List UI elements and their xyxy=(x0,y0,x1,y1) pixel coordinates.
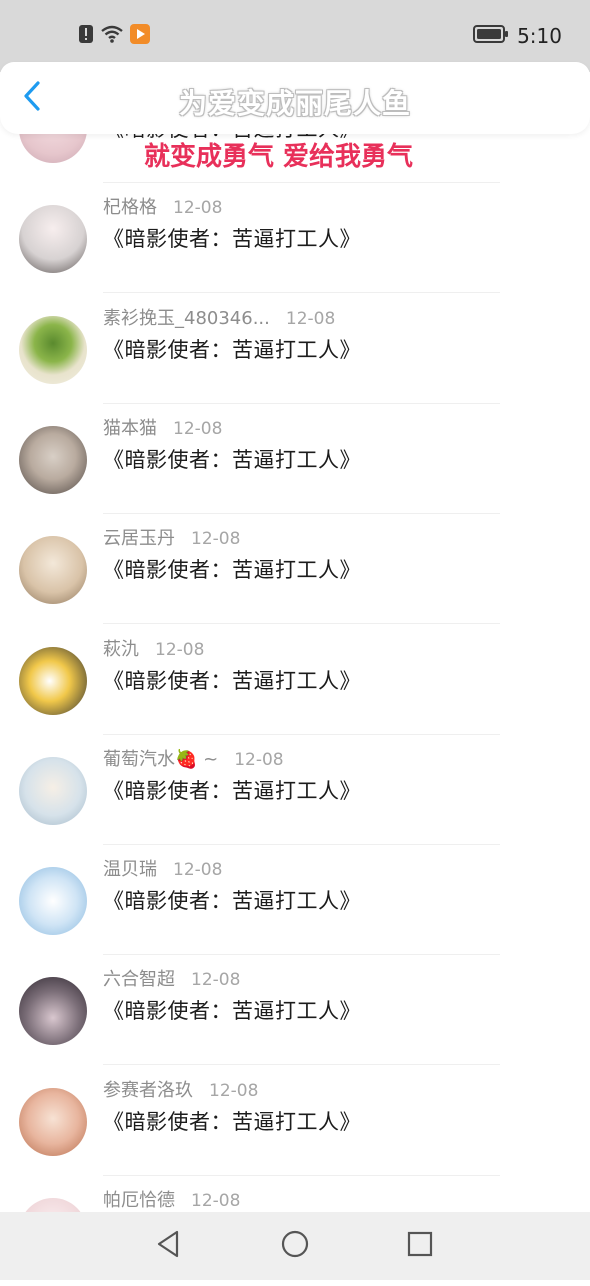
list-item[interactable]: 参赛者洛玖 12-08 《暗影使者：苦逼打工人》 xyxy=(0,1066,590,1176)
post-date: 12-08 xyxy=(234,750,284,770)
nav-recent-button[interactable] xyxy=(404,1230,436,1262)
circle-home-icon xyxy=(280,1229,310,1263)
user-name[interactable]: 云居玉丹 xyxy=(103,524,175,550)
item-content: 《暗影使者：苦逼打工人》 xyxy=(103,338,361,362)
item-content: 《暗影使者：苦逼打工人》 xyxy=(103,779,361,803)
list-item-meta: 帕厄恰德 12-08 xyxy=(103,1186,240,1212)
post-date: 12-08 xyxy=(155,640,205,660)
item-content: 《暗影使者：苦逼打工人》 xyxy=(103,669,361,693)
post-date: 12-08 xyxy=(173,198,223,218)
list-item-meta: 云居玉丹 12-08 xyxy=(103,524,240,550)
list-item-meta: 温贝瑞 12-08 xyxy=(103,855,222,881)
list-item[interactable]: 杞格格 12-08 《暗影使者：苦逼打工人》 xyxy=(0,183,590,293)
user-list: 《暗影使者：苦逼打工人》 杞格格 12-08 《暗影使者：苦逼打工人》 素衫挽玉… xyxy=(0,0,590,1280)
triangle-back-icon xyxy=(154,1229,182,1263)
post-date: 12-08 xyxy=(173,860,223,880)
list-item[interactable]: 素衫挽玉_480346... 12-08 《暗影使者：苦逼打工人》 xyxy=(0,294,590,404)
user-name[interactable]: 素衫挽玉_480346... xyxy=(103,304,270,330)
post-date: 12-08 xyxy=(191,529,241,549)
post-date: 12-08 xyxy=(191,970,241,990)
avatar[interactable] xyxy=(19,1088,87,1156)
user-name[interactable]: 猫本猫 xyxy=(103,414,157,440)
list-item[interactable]: 六合智超 12-08 《暗影使者：苦逼打工人》 xyxy=(0,955,590,1065)
post-date: 12-08 xyxy=(173,419,223,439)
divider xyxy=(103,623,500,624)
avatar[interactable] xyxy=(19,647,87,715)
item-content: 《暗影使者：苦逼打工人》 xyxy=(103,558,361,582)
list-item-meta: 杞格格 12-08 xyxy=(103,193,222,219)
avatar[interactable] xyxy=(19,867,87,935)
list-item-meta: 萩氿 12-08 xyxy=(103,635,204,661)
list-item[interactable]: 猫本猫 12-08 《暗影使者：苦逼打工人》 xyxy=(0,404,590,514)
post-date: 12-08 xyxy=(191,1191,241,1211)
avatar[interactable] xyxy=(19,757,87,825)
divider xyxy=(103,292,500,293)
item-content: 《暗影使者：苦逼打工人》 xyxy=(103,227,361,251)
list-item-meta: 葡萄汽水🍓 ~ 12-08 xyxy=(103,745,284,771)
list-item[interactable]: 温贝瑞 12-08 《暗影使者：苦逼打工人》 xyxy=(0,845,590,955)
user-name[interactable]: 萩氿 xyxy=(103,635,139,661)
item-content: 《暗影使者：苦逼打工人》 xyxy=(103,1110,361,1134)
nav-back-button[interactable] xyxy=(152,1230,184,1262)
page-title: 为爱变成丽尾人鱼 xyxy=(178,87,411,120)
post-date: 12-08 xyxy=(209,1081,259,1101)
square-recent-icon xyxy=(406,1230,434,1262)
item-content: 《暗影使者：苦逼打工人》 xyxy=(103,999,361,1023)
list-item[interactable]: 萩氿 12-08 《暗影使者：苦逼打工人》 xyxy=(0,625,590,735)
user-name[interactable]: 帕厄恰德 xyxy=(103,1186,175,1212)
avatar[interactable] xyxy=(19,977,87,1045)
avatar[interactable] xyxy=(19,426,87,494)
system-nav-bar xyxy=(0,1212,590,1280)
list-item-meta: 参赛者洛玖 12-08 xyxy=(103,1076,258,1102)
list-item-meta: 六合智超 12-08 xyxy=(103,965,240,991)
post-date: 12-08 xyxy=(285,309,336,329)
user-name[interactable]: 葡萄汽水🍓 ~ xyxy=(103,745,218,771)
item-content: 《暗影使者：苦逼打工人》 xyxy=(103,889,361,913)
user-name[interactable]: 温贝瑞 xyxy=(103,855,157,881)
user-name[interactable]: 参赛者洛玖 xyxy=(103,1076,193,1102)
list-item[interactable]: 葡萄汽水🍓 ~ 12-08 《暗影使者：苦逼打工人》 xyxy=(0,735,590,845)
avatar[interactable] xyxy=(19,536,87,604)
danmaku-text: 就变成勇气 爱给我勇气 xyxy=(144,142,414,172)
avatar[interactable] xyxy=(19,316,87,384)
avatar[interactable] xyxy=(19,205,87,273)
top-header: 为爱变成丽尾人鱼 xyxy=(0,62,590,134)
list-item-meta: 素衫挽玉_480346... 12-08 xyxy=(103,304,335,330)
list-item-meta: 猫本猫 12-08 xyxy=(103,414,222,440)
nav-home-button[interactable] xyxy=(279,1230,311,1262)
item-content: 《暗影使者：苦逼打工人》 xyxy=(103,448,361,472)
divider xyxy=(103,1064,500,1065)
user-name[interactable]: 六合智超 xyxy=(103,965,175,991)
user-name[interactable]: 杞格格 xyxy=(103,193,157,219)
list-item[interactable]: 云居玉丹 12-08 《暗影使者：苦逼打工人》 xyxy=(0,514,590,624)
